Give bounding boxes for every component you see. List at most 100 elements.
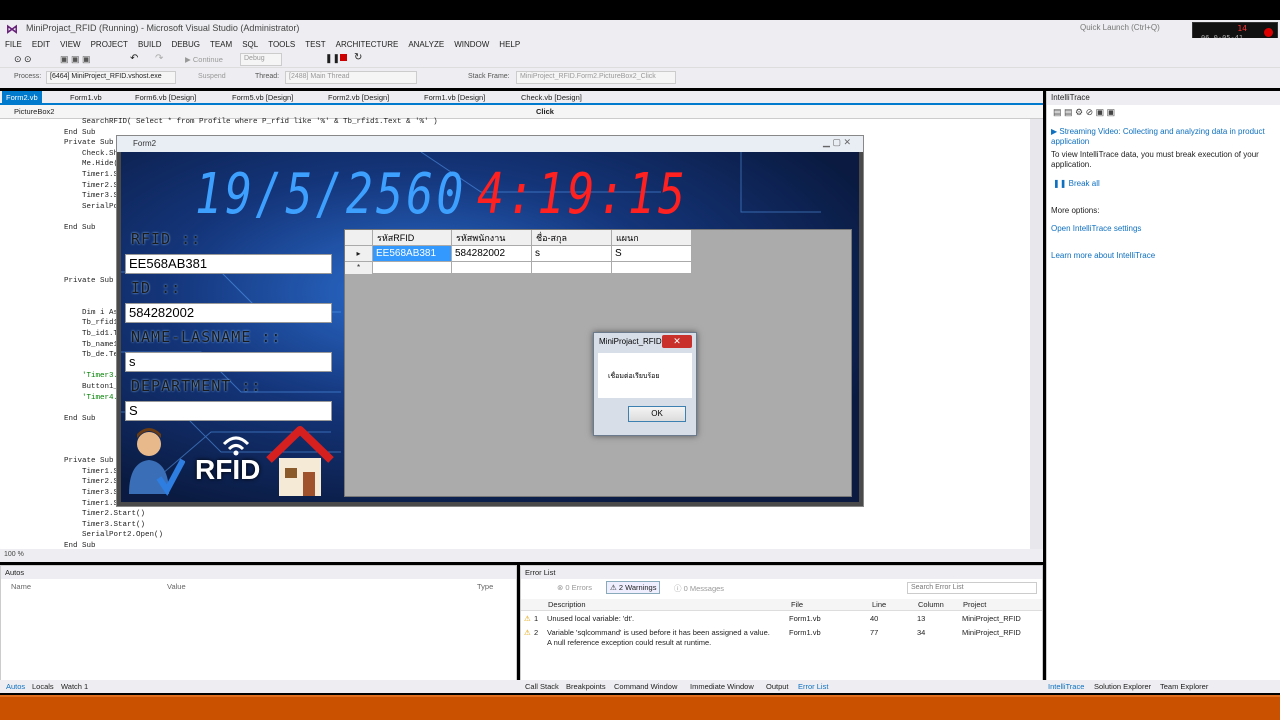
- doc-tab-2[interactable]: Form6.vb [Design]: [131, 91, 200, 105]
- process-combo[interactable]: [6464] MiniProject_RFID.vshost.exe: [46, 71, 176, 84]
- nav-object-combo[interactable]: PictureBox2: [14, 107, 54, 116]
- suspend-button[interactable]: Suspend: [198, 73, 226, 80]
- errors-filter[interactable]: ⊗ 0 Errors: [557, 583, 592, 592]
- grid-new-cell[interactable]: [532, 262, 612, 274]
- menu-item-help[interactable]: HELP: [494, 38, 525, 52]
- grid-cell[interactable]: S: [612, 246, 692, 262]
- save-icons[interactable]: ▣ ▣ ▣: [60, 54, 91, 65]
- menu-item-test[interactable]: TEST: [300, 38, 330, 52]
- grid-header[interactable]: แผนก: [612, 230, 692, 246]
- rfid-field[interactable]: EE568AB381: [125, 254, 332, 274]
- messages-filter[interactable]: ⓘ 0 Messages: [674, 583, 724, 594]
- tool-tab-call-stack[interactable]: Call Stack: [525, 682, 559, 691]
- menu-item-analyze[interactable]: ANALYZE: [403, 38, 449, 52]
- error-col-file: File: [791, 600, 804, 609]
- ok-button[interactable]: OK: [628, 406, 686, 422]
- menu-item-sql[interactable]: SQL: [237, 38, 263, 52]
- menu-item-view[interactable]: VIEW: [55, 38, 85, 52]
- close-icon[interactable]: ✕: [662, 335, 692, 348]
- stop-icon[interactable]: [340, 54, 347, 61]
- doc-tab-1[interactable]: Form1.vb: [66, 91, 106, 105]
- new-row-icon[interactable]: *: [345, 262, 373, 274]
- user-check-icon[interactable]: [125, 424, 185, 496]
- id-field[interactable]: 584282002: [125, 303, 332, 323]
- nav-member-combo[interactable]: Click: [536, 107, 554, 116]
- menu-item-tools[interactable]: TOOLS: [263, 38, 300, 52]
- error-search-input[interactable]: Search Error List: [907, 582, 1037, 594]
- tool-tab-breakpoints[interactable]: Breakpoints: [566, 682, 606, 691]
- redo-icon[interactable]: ↷: [155, 53, 163, 64]
- record-icon[interactable]: [1264, 28, 1273, 37]
- menu-item-build[interactable]: BUILD: [133, 38, 167, 52]
- doc-tab-4[interactable]: Form2.vb [Design]: [324, 91, 393, 105]
- grid-cell[interactable]: s: [532, 246, 612, 262]
- tool-tab-solution-explorer[interactable]: Solution Explorer: [1094, 682, 1151, 691]
- editor-scrollbar[interactable]: [1030, 119, 1043, 549]
- thread-combo[interactable]: [2488] Main Thread: [285, 71, 417, 84]
- tool-tab-immediate-window[interactable]: Immediate Window: [690, 682, 754, 691]
- code-line: End Sub: [46, 224, 96, 232]
- tool-tab-team-explorer[interactable]: Team Explorer: [1160, 682, 1208, 691]
- quick-launch[interactable]: Quick Launch (Ctrl+Q): [1080, 23, 1160, 32]
- menu-item-edit[interactable]: EDIT: [27, 38, 55, 52]
- menu-item-project[interactable]: PROJECT: [86, 38, 133, 52]
- code-line: SerialPort2.Open(): [46, 531, 164, 540]
- streaming-video-link[interactable]: ▶ Streaming Video: Collecting and analyz…: [1051, 127, 1265, 136]
- continue-button[interactable]: ▶ Continue: [185, 55, 223, 64]
- tool-tab-watch-1[interactable]: Watch 1: [61, 682, 88, 691]
- config-combo[interactable]: Debug: [240, 53, 282, 66]
- stack-frame-combo[interactable]: MiniProject_RFID.Form2.PictureBox2_Click: [516, 71, 676, 84]
- menu-item-debug[interactable]: DEBUG: [167, 38, 205, 52]
- doc-tab-0[interactable]: Form2.vb: [2, 91, 42, 105]
- grid-new-cell[interactable]: [612, 262, 692, 274]
- learn-more-link[interactable]: Learn more about IntelliTrace: [1051, 251, 1155, 260]
- id-label: ID ::: [131, 279, 182, 297]
- menu-item-file[interactable]: FILE: [0, 38, 27, 52]
- grid-header[interactable]: ชื่อ-สกุล: [532, 230, 612, 246]
- row-selector-arrow-icon[interactable]: ▸: [345, 246, 373, 262]
- break-all-link[interactable]: ❚❚ Break all: [1053, 179, 1100, 188]
- grid-header[interactable]: รหัสRFID: [373, 230, 452, 246]
- autos-col-name: Name: [11, 582, 32, 591]
- error-cell-desc2: A null reference exception could result …: [547, 638, 712, 647]
- tool-tab-autos[interactable]: Autos: [6, 682, 25, 691]
- intellitrace-toolbar-icons[interactable]: ▤ ▤ ⚙ ⊘ ▣ ▣: [1053, 107, 1115, 118]
- error-col-column: Column: [918, 600, 944, 609]
- zoom-level[interactable]: 100 %: [4, 551, 24, 558]
- home-icon[interactable]: [265, 426, 335, 498]
- back-icon[interactable]: ⊙ ⊙: [14, 54, 32, 65]
- window-controls[interactable]: ▁ ▢ ✕: [823, 137, 851, 148]
- doc-tab-6[interactable]: Check.vb [Design]: [517, 91, 586, 105]
- tool-tab-output[interactable]: Output: [766, 682, 789, 691]
- grid-new-cell[interactable]: [373, 262, 452, 274]
- tool-tab-error-list[interactable]: Error List: [798, 682, 828, 691]
- pause-icon[interactable]: ❚❚: [325, 53, 340, 64]
- grid-cell[interactable]: 584282002: [452, 246, 532, 262]
- restart-icon[interactable]: ↻: [354, 52, 362, 63]
- menu-item-window[interactable]: WINDOW: [449, 38, 494, 52]
- form2-body: 19/5/2560 4:19:15 RFID :: EE568AB381 ID …: [121, 152, 859, 502]
- tool-tab-locals[interactable]: Locals: [32, 682, 54, 691]
- menu-item-architecture[interactable]: ARCHITECTURE: [331, 38, 404, 52]
- error-cell-col: 13: [917, 614, 926, 623]
- doc-tab-3[interactable]: Form5.vb [Design]: [228, 91, 297, 105]
- code-line: Private Sub Pi: [46, 457, 128, 466]
- undo-icon[interactable]: ↶: [130, 53, 138, 64]
- menu-item-team[interactable]: TEAM: [205, 38, 237, 52]
- department-label: DEPARTMENT ::: [131, 377, 262, 395]
- grid-corner: [345, 230, 373, 246]
- name-field[interactable]: s: [125, 352, 332, 372]
- debug-location-toolbar: Process: [6464] MiniProject_RFID.vshost.…: [0, 68, 1280, 88]
- tool-tab-command-window[interactable]: Command Window: [614, 682, 677, 691]
- message-text: เชื่อมต่อเรียบร้อย: [608, 373, 660, 380]
- intellitrace-settings-link[interactable]: Open IntelliTrace settings: [1051, 224, 1141, 233]
- streaming-video-link-2[interactable]: application: [1051, 137, 1089, 146]
- tool-tab-intellitrace[interactable]: IntelliTrace: [1048, 682, 1084, 691]
- warnings-filter[interactable]: ⚠ 2 Warnings: [606, 581, 661, 594]
- rfid-logo-text: RFID: [195, 454, 261, 485]
- grid-new-cell[interactable]: [452, 262, 532, 274]
- grid-header[interactable]: รหัสพนักงาน: [452, 230, 532, 246]
- department-field[interactable]: S: [125, 401, 332, 421]
- grid-cell[interactable]: EE568AB381: [373, 246, 452, 262]
- doc-tab-5[interactable]: Form1.vb [Design]: [420, 91, 489, 105]
